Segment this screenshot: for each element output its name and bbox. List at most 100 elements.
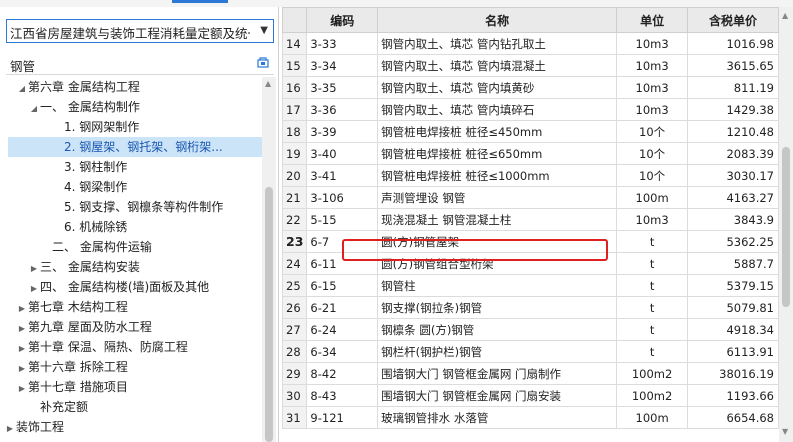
cell-code[interactable]: 3-40 xyxy=(306,142,379,165)
row-index[interactable]: 19 xyxy=(282,142,308,165)
cell-code[interactable]: 3-39 xyxy=(306,120,379,143)
table-row[interactable]: 30 8-43 围墙钢大门 钢管框金属网 门扇安装 100m2 1193.66 xyxy=(282,384,779,407)
column-header-code[interactable]: 编码 xyxy=(306,7,379,33)
expand-icon[interactable]: ▶ xyxy=(16,319,28,339)
cell-code[interactable]: 3-36 xyxy=(306,98,379,121)
cell-name[interactable]: 玻璃钢管排水 水落管 xyxy=(377,406,618,429)
table-scrollbar[interactable]: ▲ ▼ xyxy=(779,7,793,442)
cell-code[interactable]: 3-106 xyxy=(306,186,379,209)
cell-unit[interactable]: t xyxy=(616,252,689,275)
cell-code[interactable]: 8-43 xyxy=(306,384,379,407)
cell-price[interactable]: 1429.38 xyxy=(687,98,779,121)
table-row[interactable]: 28 6-34 钢栏杆(钢护栏)钢管 t 6113.91 xyxy=(282,340,779,363)
table-row[interactable]: 20 3-41 钢管桩电焊接桩 桩径≤1000mm 10个 3030.17 xyxy=(282,164,779,187)
table-row[interactable]: 17 3-36 钢管内取土、填芯 管内填碎石 10m3 1429.38 xyxy=(282,98,779,121)
cell-price[interactable]: 5379.15 xyxy=(687,274,779,297)
table-row[interactable]: 22 5-15 现浇混凝土 钢管混凝土柱 10m3 3843.9 xyxy=(282,208,779,231)
cell-unit[interactable]: 10个 xyxy=(616,142,689,165)
quota-library-dropdown[interactable]: 江西省房屋建筑与装饰工程消耗量定额及统一基价表 ▼ xyxy=(6,19,274,43)
column-header-name[interactable]: 名称 xyxy=(377,7,618,33)
cell-code[interactable]: 3-41 xyxy=(306,164,379,187)
cell-unit[interactable]: 10m3 xyxy=(616,98,689,121)
cell-price[interactable]: 1016.98 xyxy=(687,32,779,55)
cell-code[interactable]: 3-35 xyxy=(306,76,379,99)
cell-code[interactable]: 5-15 xyxy=(306,208,379,231)
cell-name[interactable]: 钢管内取土、填芯 管内填黄砂 xyxy=(377,76,618,99)
row-index[interactable]: 24 xyxy=(282,252,308,275)
table-row[interactable]: 31 9-121 玻璃钢管排水 水落管 100m 6654.68 xyxy=(282,406,779,429)
cell-price[interactable]: 5362.25 xyxy=(687,230,779,253)
collapse-icon[interactable]: ◢ xyxy=(28,99,40,119)
cell-unit[interactable]: 10个 xyxy=(616,120,689,143)
row-index[interactable]: 26 xyxy=(282,296,308,319)
cell-unit[interactable]: 100m2 xyxy=(616,384,689,407)
cell-unit[interactable]: 100m2 xyxy=(616,362,689,385)
tree-node[interactable]: 2. 钢屋架、钢托架、钢桁架... xyxy=(8,137,262,157)
tree-node[interactable]: ▶ 四、 金属结构楼(墙)面板及其他 xyxy=(28,277,209,297)
cell-unit[interactable]: t xyxy=(616,340,689,363)
cell-name[interactable]: 钢管内取土、填芯 管内填碎石 xyxy=(377,98,618,121)
chevron-down-icon[interactable]: ▼ xyxy=(260,25,268,36)
tree-node[interactable]: ◢ 一、 金属结构制作 xyxy=(28,97,140,117)
table-row[interactable]: 27 6-24 钢檩条 圆(方)钢管 t 4918.34 xyxy=(282,318,779,341)
table-row[interactable]: 25 6-15 钢管柱 t 5379.15 xyxy=(282,274,779,297)
expand-icon[interactable]: ▶ xyxy=(16,299,28,319)
row-index[interactable]: 25 xyxy=(282,274,308,297)
cell-price[interactable]: 3030.17 xyxy=(687,164,779,187)
table-row[interactable]: 18 3-39 钢管桩电焊接桩 桩径≤450mm 10个 1210.48 xyxy=(282,120,779,143)
tree-node[interactable]: 6. 机械除锈 xyxy=(52,217,127,237)
tree-node[interactable]: ▶ 第十六章 拆除工程 xyxy=(16,357,128,377)
tree-scrollbar-thumb[interactable] xyxy=(265,187,273,442)
cell-price[interactable]: 811.19 xyxy=(687,76,779,99)
row-index[interactable]: 21 xyxy=(282,186,308,209)
cell-price[interactable]: 6654.68 xyxy=(687,406,779,429)
cell-code[interactable]: 8-42 xyxy=(306,362,379,385)
active-tab-indicator[interactable] xyxy=(172,0,228,3)
cell-price[interactable]: 1193.66 xyxy=(687,384,779,407)
cell-price[interactable]: 5887.7 xyxy=(687,252,779,275)
tree-node[interactable]: ◢ 第六章 金属结构工程 xyxy=(16,77,140,97)
cell-price[interactable]: 38016.19 xyxy=(687,362,779,385)
cell-price[interactable]: 3843.9 xyxy=(687,208,779,231)
expand-icon[interactable]: ▶ xyxy=(28,279,40,299)
cell-unit[interactable]: 10m3 xyxy=(616,76,689,99)
cell-unit[interactable]: 10个 xyxy=(616,164,689,187)
expand-icon[interactable]: ▶ xyxy=(16,379,28,399)
row-index[interactable]: 27 xyxy=(282,318,308,341)
row-index[interactable]: 17 xyxy=(282,98,308,121)
cell-price[interactable]: 4163.27 xyxy=(687,186,779,209)
cell-unit[interactable]: t xyxy=(616,230,689,253)
cell-name[interactable]: 围墙钢大门 钢管框金属网 门扇安装 xyxy=(377,384,618,407)
cell-code[interactable]: 9-121 xyxy=(306,406,379,429)
tree-node[interactable]: 3. 钢柱制作 xyxy=(52,157,127,177)
cell-unit[interactable]: 10m3 xyxy=(616,54,689,77)
cell-code[interactable]: 3-33 xyxy=(306,32,379,55)
row-index[interactable]: 23 xyxy=(282,230,308,253)
cell-name[interactable]: 声测管埋设 钢管 xyxy=(377,186,618,209)
scroll-down-icon[interactable]: ▼ xyxy=(782,427,788,436)
table-row[interactable]: 19 3-40 钢管桩电焊接桩 桩径≤650mm 10个 2083.39 xyxy=(282,142,779,165)
cell-unit[interactable]: t xyxy=(616,296,689,319)
table-row[interactable]: 29 8-42 围墙钢大门 钢管框金属网 门扇制作 100m2 38016.19 xyxy=(282,362,779,385)
tree-node[interactable]: ▶ 装饰工程 xyxy=(4,417,64,437)
cell-price[interactable]: 1210.48 xyxy=(687,120,779,143)
cell-price[interactable]: 6113.91 xyxy=(687,340,779,363)
row-index[interactable]: 15 xyxy=(282,54,308,77)
tree-node[interactable]: 5. 钢支撑、钢檩条等构件制作 xyxy=(52,197,223,217)
expand-icon[interactable]: ▶ xyxy=(4,419,16,439)
cell-unit[interactable]: 100m xyxy=(616,186,689,209)
table-scrollbar-thumb[interactable] xyxy=(782,147,790,307)
cell-unit[interactable]: 10m3 xyxy=(616,32,689,55)
expand-icon[interactable]: ▶ xyxy=(16,359,28,379)
cell-unit[interactable]: 100m xyxy=(616,406,689,429)
tree-node[interactable]: 二、 金属构件运输 xyxy=(40,237,152,257)
row-index[interactable]: 18 xyxy=(282,120,308,143)
tree-node[interactable]: ▶ 第十章 保温、隔热、防腐工程 xyxy=(16,337,188,357)
tree-node[interactable]: ▶ 三、 金属结构安装 xyxy=(28,257,140,277)
row-index[interactable]: 16 xyxy=(282,76,308,99)
collapse-icon[interactable]: ◢ xyxy=(16,79,28,99)
tree-node[interactable]: 1. 钢网架制作 xyxy=(52,117,139,137)
cell-code[interactable]: 6-34 xyxy=(306,340,379,363)
row-index[interactable]: 31 xyxy=(282,406,308,429)
search-filter-icon[interactable] xyxy=(256,55,270,69)
